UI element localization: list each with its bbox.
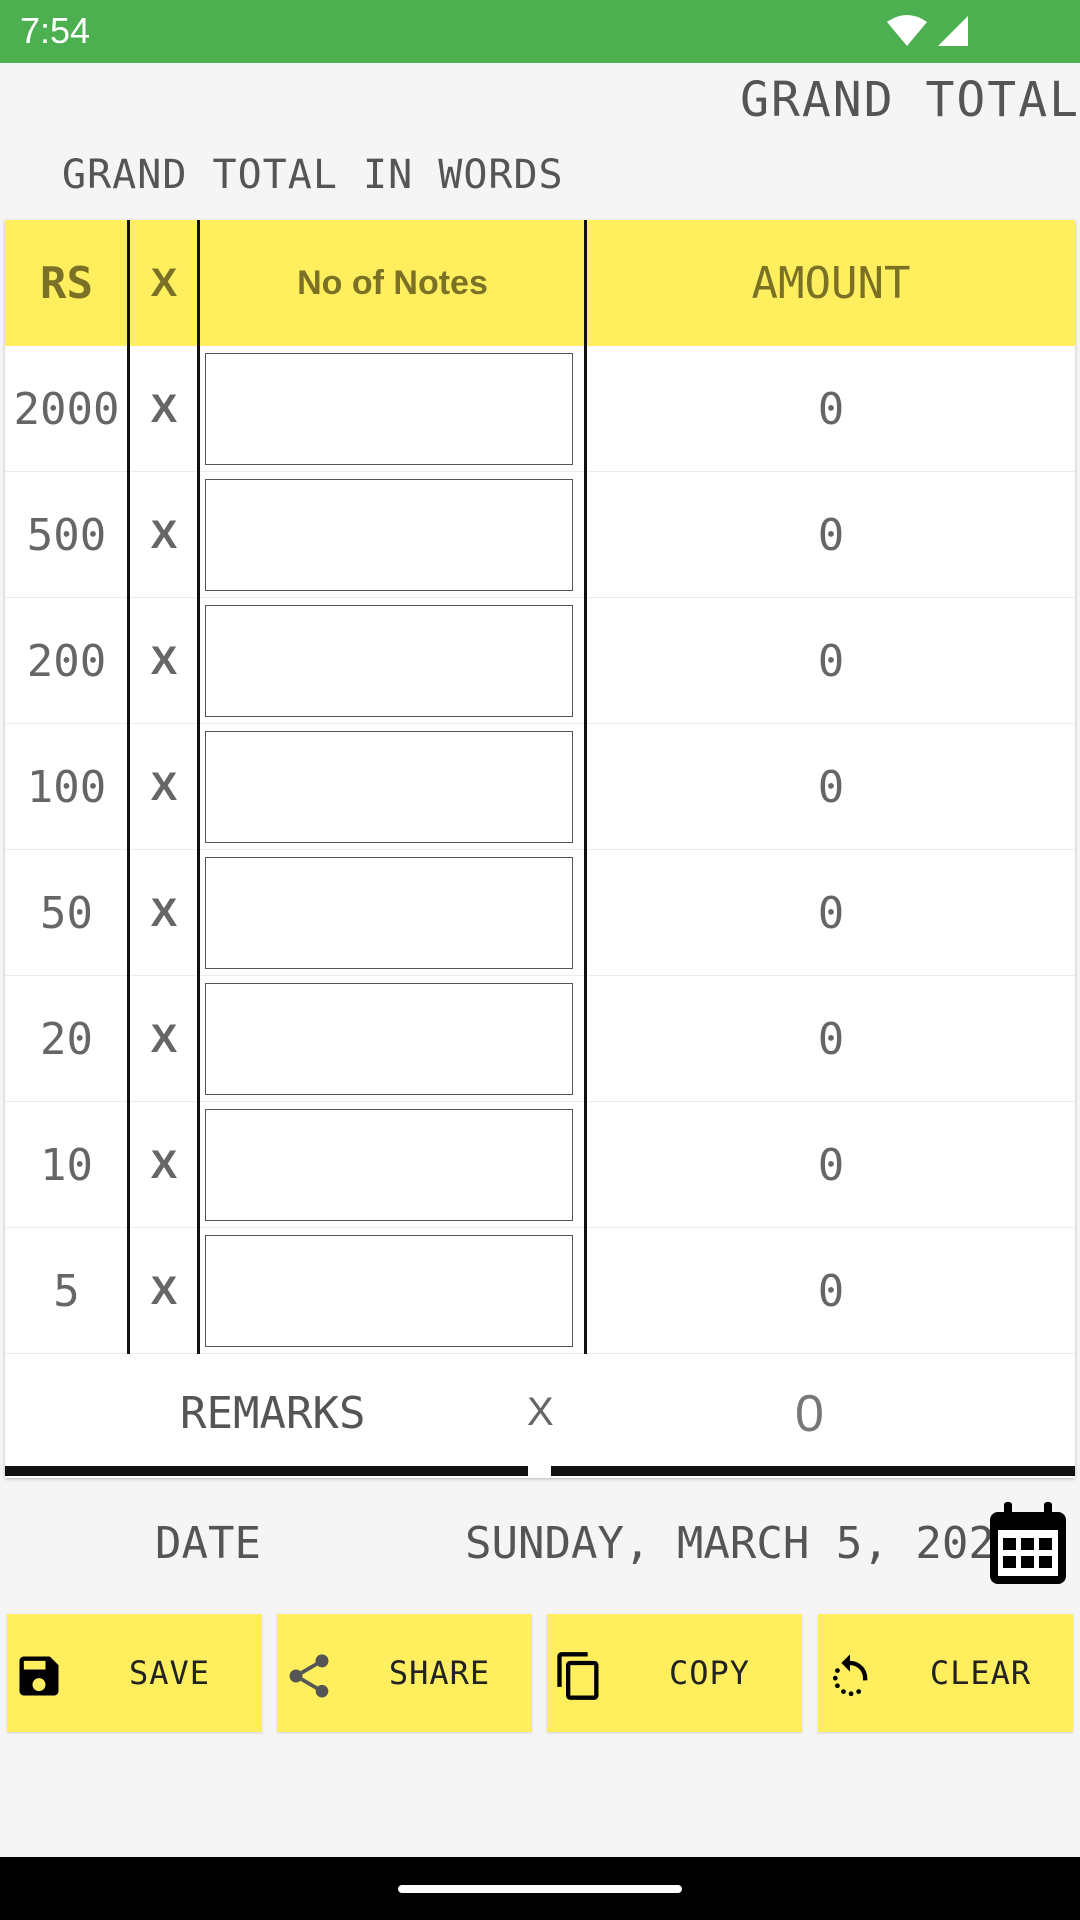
share-label: SHARE — [388, 1654, 491, 1692]
multiply-sign: X — [150, 764, 178, 809]
multiply-sign: X — [150, 386, 178, 431]
row-amount: 0 — [817, 1139, 845, 1191]
notes-count-input[interactable] — [205, 605, 573, 717]
row-amount: 0 — [817, 509, 845, 561]
denomination-value: 500 — [26, 509, 107, 561]
notes-count-input[interactable] — [205, 479, 573, 591]
column-divider — [584, 220, 587, 1354]
calendar-icon[interactable] — [988, 1500, 1068, 1586]
header-x: X — [150, 260, 178, 305]
row-amount: 0 — [817, 383, 845, 435]
row-amount: 0 — [817, 1265, 845, 1317]
share-icon — [289, 1654, 329, 1698]
navigation-bar — [0, 1857, 1080, 1920]
multiply-sign: X — [150, 1016, 178, 1061]
table-header: RS X No of Notes AMOUNT — [5, 220, 1075, 346]
header-rs: RS — [40, 257, 93, 309]
date-value[interactable]: SUNDAY, MARCH 5, 2023 — [465, 1518, 1021, 1569]
table-row: 200 X 0 — [5, 598, 1075, 724]
column-divider — [197, 220, 200, 1354]
share-button[interactable]: SHARE — [277, 1614, 532, 1732]
row-amount: 0 — [817, 761, 845, 813]
notes-count-input[interactable] — [205, 983, 573, 1095]
status-icons — [886, 14, 970, 48]
signal-icon — [938, 16, 968, 46]
table-row: 50 X 0 — [5, 850, 1075, 976]
denomination-value: 100 — [26, 761, 107, 813]
notes-count-input[interactable] — [205, 731, 573, 843]
table-row: 10 X 0 — [5, 1102, 1075, 1228]
table-row: 20 X 0 — [5, 976, 1075, 1102]
copy-icon — [557, 1652, 599, 1700]
date-label: DATE — [155, 1518, 261, 1569]
notes-count-input[interactable] — [205, 1109, 573, 1221]
multiply-sign: X — [150, 1268, 178, 1313]
copy-label: COPY — [668, 1654, 751, 1692]
denomination-value: 20 — [40, 1013, 93, 1065]
clear-label: CLEAR — [929, 1654, 1032, 1692]
wifi-icon — [887, 15, 927, 46]
denomination-value: 5 — [53, 1265, 80, 1317]
table-row: 100 X 0 — [5, 724, 1075, 850]
notes-count-input[interactable] — [205, 857, 573, 969]
remarks-multiply-sign: X — [527, 1390, 554, 1434]
status-bar: 7:54 — [0, 0, 1080, 63]
multiply-sign: X — [150, 638, 178, 683]
remarks-value-input[interactable]: 0 — [795, 1384, 824, 1444]
header-no-of-notes: No of Notes — [297, 263, 488, 302]
table-row: 500 X 0 — [5, 472, 1075, 598]
row-amount: 0 — [817, 1013, 845, 1065]
remarks-input[interactable]: REMARKS — [180, 1388, 365, 1439]
save-button[interactable]: SAVE — [7, 1614, 262, 1732]
refresh-icon — [832, 1654, 868, 1697]
denomination-value: 2000 — [13, 383, 120, 435]
header-amount: AMOUNT — [751, 257, 911, 309]
denomination-value: 10 — [40, 1139, 93, 1191]
action-bar: SAVE SHARE COPY CLEAR — [7, 1614, 1073, 1732]
table-row: 5 X 0 — [5, 1228, 1075, 1354]
notes-count-input[interactable] — [205, 1235, 573, 1347]
copy-button[interactable]: COPY — [547, 1614, 802, 1732]
denomination-value: 50 — [40, 887, 93, 939]
save-label: SAVE — [128, 1654, 211, 1692]
notes-count-input[interactable] — [205, 353, 573, 465]
multiply-sign: X — [150, 1142, 178, 1187]
column-divider — [127, 220, 130, 1354]
multiply-sign: X — [150, 512, 178, 557]
value-underline — [551, 1466, 1075, 1476]
denomination-value: 200 — [26, 635, 107, 687]
row-amount: 0 — [817, 635, 845, 687]
multiply-sign: X — [150, 890, 178, 935]
row-amount: 0 — [817, 887, 845, 939]
grand-total-in-words: GRAND TOTAL IN WORDS — [62, 152, 564, 198]
clear-button[interactable]: CLEAR — [818, 1614, 1073, 1732]
remarks-underline — [5, 1466, 528, 1476]
home-handle[interactable] — [398, 1885, 682, 1893]
grand-total: GRAND TOTAL — [740, 72, 1080, 128]
table-row: 2000 X 0 — [5, 346, 1075, 472]
denomination-table: RS X No of Notes AMOUNT 2000 X 0 500 X 0… — [5, 220, 1075, 1478]
remarks-row: REMARKS X 0 — [5, 1354, 1075, 1478]
status-time: 7:54 — [20, 10, 91, 51]
save-icon — [19, 1656, 59, 1696]
